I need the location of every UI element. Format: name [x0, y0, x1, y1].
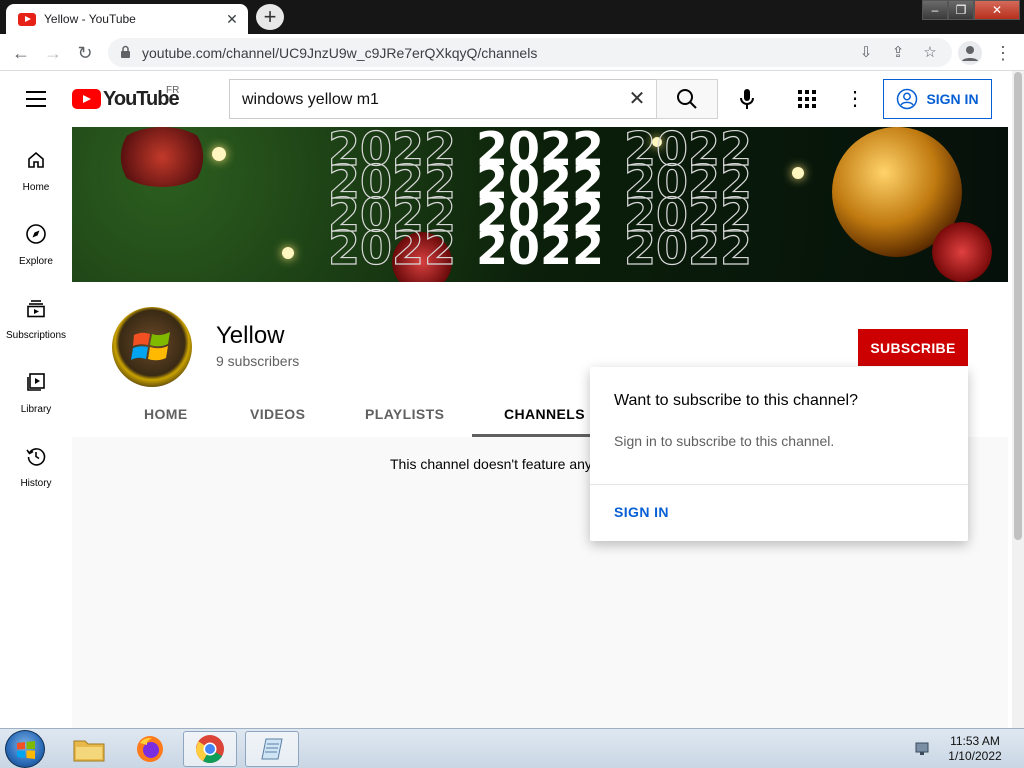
sidebar-item-label: Subscriptions	[5, 330, 67, 341]
subscriptions-icon	[27, 300, 45, 318]
light-bulb	[212, 147, 226, 161]
voice-search-button[interactable]	[732, 84, 762, 114]
profile-icon[interactable]	[958, 41, 982, 65]
popup-title: Want to subscribe to this channel?	[614, 392, 858, 409]
window-controls: – ❐ ✕	[922, 0, 1020, 20]
youtube-header: YouTube FR windows yellow m1 ✕ ⋮ SIGN IN	[0, 71, 1012, 127]
sidebar-item-library[interactable]: Library	[0, 359, 72, 419]
light-bulb	[282, 247, 294, 259]
popup-sign-in-button[interactable]: SIGN IN	[614, 504, 669, 520]
home-icon	[28, 151, 44, 168]
url-text: youtube.com/channel/UC9JnzU9w_c9JRe7erQX…	[142, 45, 538, 61]
close-tab-icon[interactable]: ✕	[222, 9, 242, 29]
taskbar-explorer[interactable]	[62, 731, 116, 767]
minimize-button[interactable]: –	[922, 0, 948, 20]
windows-logo-icon	[131, 332, 170, 361]
firefox-icon	[137, 736, 163, 762]
library-icon	[27, 373, 45, 391]
channel-banner: 2022 2022 2022 2022 2022 2022 2022 2022 2022 20…	[72, 127, 1008, 282]
browser-menu-icon[interactable]: ⋮	[994, 42, 1012, 64]
windows-taskbar: 11:53 AM 1/10/2022	[0, 728, 1024, 768]
sidebar-item-label: Library	[20, 404, 52, 415]
subscribe-signin-popup: Want to subscribe to this channel? Sign …	[590, 367, 968, 541]
install-app-icon[interactable]: ⇩	[856, 43, 876, 63]
sidebar-item-label: History	[20, 478, 52, 489]
tab-videos[interactable]: VIDEOS	[250, 406, 305, 422]
menu-hamburger-icon[interactable]	[26, 91, 46, 107]
compass-icon	[26, 224, 46, 244]
subscriber-count: 9 subscribers	[216, 353, 300, 369]
banner-year-main: 2022 2022 2022 2022	[476, 127, 605, 275]
sidebar-item-explore[interactable]: Explore	[0, 211, 72, 271]
network-icon[interactable]	[914, 739, 932, 757]
sidebar-item-subscriptions[interactable]: Subscriptions	[0, 285, 72, 345]
bookmark-star-icon[interactable]: ☆	[920, 43, 940, 63]
search-icon	[677, 89, 697, 109]
tab-title: Yellow - YouTube	[44, 12, 136, 26]
clock-time: 11:53 AM	[950, 734, 1000, 748]
country-code: FR	[166, 85, 180, 96]
subscribe-button[interactable]: SUBSCRIBE	[858, 329, 968, 366]
channel-name: Yellow	[216, 322, 285, 349]
sidebar-item-history[interactable]: History	[0, 433, 72, 493]
youtube-play-icon	[72, 89, 101, 109]
channel-avatar[interactable]	[112, 307, 192, 387]
search-button[interactable]	[656, 79, 718, 119]
sign-in-button[interactable]: SIGN IN	[883, 79, 992, 119]
windows-start-icon	[17, 741, 35, 759]
reload-icon[interactable]: ↻	[72, 40, 98, 66]
close-window-button[interactable]: ✕	[974, 0, 1020, 20]
taskbar-clock[interactable]: 11:53 AM 1/10/2022	[940, 734, 1010, 764]
chrome-icon	[196, 735, 224, 763]
scrollbar-thumb[interactable]	[1014, 72, 1022, 540]
new-tab-button[interactable]: +	[256, 4, 284, 30]
tab-playlists[interactable]: PLAYLISTS	[365, 406, 444, 422]
forward-arrow-icon[interactable]: →	[40, 40, 66, 66]
browser-titlebar: Yellow - YouTube ✕ + – ❐ ✕	[0, 0, 1024, 34]
clock-date: 1/10/2022	[948, 749, 1002, 763]
microphone-icon	[740, 89, 754, 109]
popup-text: Sign in to subscribe to this channel.	[614, 433, 835, 449]
account-icon	[897, 88, 918, 110]
ornament-red-left	[112, 127, 212, 187]
browser-tab[interactable]: Yellow - YouTube ✕	[6, 4, 248, 34]
light-bulb	[792, 167, 804, 179]
tab-home[interactable]: HOME	[144, 406, 188, 422]
maximize-button[interactable]: ❐	[948, 0, 974, 20]
banner-year-outline-left: 2022 2022 2022 2022	[327, 127, 457, 275]
search-input[interactable]: windows yellow m1 ✕	[229, 79, 656, 119]
popup-divider	[590, 484, 968, 485]
taskbar-notepad[interactable]	[245, 731, 299, 767]
lock-icon	[121, 45, 130, 58]
browser-toolbar: ← → ↻ youtube.com/channel/UC9JnzU9w_c9JR…	[0, 34, 1024, 71]
notepad-icon	[261, 738, 283, 760]
sidebar-item-home[interactable]: Home	[0, 137, 72, 197]
banner-year-outline-right: 2022 2022 2022 2022	[623, 127, 753, 275]
youtube-logo[interactable]: YouTube	[72, 88, 180, 110]
taskbar-chrome[interactable]	[183, 731, 237, 767]
sidebar-item-label: Explore	[19, 256, 53, 267]
sidebar: Home Explore Subscriptions Library Histo…	[0, 127, 72, 728]
clear-search-icon[interactable]: ✕	[626, 88, 648, 110]
address-bar[interactable]: youtube.com/channel/UC9JnzU9w_c9JRe7erQX…	[108, 38, 952, 67]
back-arrow-icon[interactable]: ←	[8, 40, 34, 66]
share-icon[interactable]: ⇪	[888, 43, 908, 63]
empty-state-message: This channel doesn't feature any	[390, 456, 592, 472]
start-button[interactable]	[5, 730, 45, 768]
apps-grid-icon[interactable]	[795, 87, 819, 111]
history-icon	[26, 448, 46, 466]
settings-more-icon[interactable]: ⋮	[844, 87, 866, 111]
search-query-text: windows yellow m1	[242, 91, 379, 108]
taskbar-firefox[interactable]	[123, 731, 177, 767]
folder-icon	[73, 740, 105, 762]
sign-in-label: SIGN IN	[926, 91, 979, 107]
tab-channels[interactable]: CHANNELS	[504, 406, 585, 422]
youtube-favicon-icon	[18, 12, 36, 26]
ornament-red	[932, 222, 992, 282]
sidebar-item-label: Home	[22, 182, 50, 193]
